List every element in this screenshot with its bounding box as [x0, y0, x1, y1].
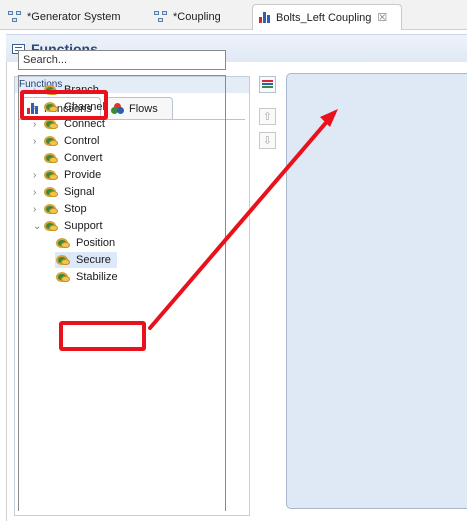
tab-label: *Coupling [173, 11, 221, 23]
function-icon [43, 186, 59, 198]
highlight-secure-item [59, 321, 146, 351]
chevron-right-icon[interactable]: › [33, 204, 43, 215]
tree-item-support[interactable]: ⌄ Support [33, 218, 103, 234]
function-icon [43, 220, 59, 232]
move-down-button[interactable]: ⇩ [259, 132, 276, 149]
tree-item-label: Control [64, 135, 100, 147]
function-icon [43, 118, 59, 130]
diagram-icon [154, 11, 168, 23]
tree-item-control[interactable]: › Control [33, 133, 99, 149]
tab-label: Bolts_Left Coupling [276, 11, 372, 24]
function-icon [43, 152, 59, 164]
chevron-right-icon[interactable]: › [33, 119, 43, 130]
search-input[interactable] [18, 50, 226, 70]
tree-item-label: Signal [64, 186, 95, 198]
tree-item-label: Stop [64, 203, 87, 215]
move-up-button[interactable]: ⇧ [259, 108, 276, 125]
tree-item-secure[interactable]: Secure [55, 252, 117, 268]
function-icon [55, 237, 71, 249]
tree-item-label: Position [76, 237, 116, 249]
drop-canvas[interactable] [286, 73, 467, 509]
tree-item-label: Provide [64, 169, 102, 181]
tree-item-provide[interactable]: › Provide [33, 167, 101, 183]
tab-bolts-left-coupling[interactable]: Bolts_Left Coupling ☒ [252, 4, 402, 30]
chevron-right-icon[interactable]: › [33, 136, 43, 147]
tree-item-label: Convert [64, 152, 103, 164]
tree-item-signal[interactable]: › Signal [33, 184, 95, 200]
functions-icon [259, 12, 271, 23]
function-icon [55, 271, 71, 283]
tab-label: *Generator System [27, 11, 121, 23]
tree-item-label: Secure [76, 254, 111, 266]
tree-item-stabilize[interactable]: Stabilize [55, 269, 118, 285]
arrow-down-icon: ⇩ [262, 135, 273, 147]
editor-tab-bar: *Generator System *Coupling Bolts_Left C… [0, 0, 467, 30]
tree-item-label: Stabilize [76, 271, 118, 283]
tree-item-stop[interactable]: › Stop [33, 201, 87, 217]
tree-item-label: Support [64, 220, 103, 232]
tree-item-position[interactable]: Position [55, 235, 115, 251]
tab-coupling[interactable]: *Coupling [148, 4, 243, 30]
diagram-icon [8, 11, 22, 23]
tab-generator-system[interactable]: *Generator System [2, 4, 140, 30]
function-icon [43, 203, 59, 215]
chevron-right-icon[interactable]: › [33, 187, 43, 198]
chevron-right-icon[interactable]: › [33, 170, 43, 181]
close-icon[interactable]: ☒ [377, 11, 387, 24]
list-view-button[interactable] [259, 76, 276, 93]
chevron-down-icon[interactable]: ⌄ [33, 221, 43, 232]
arrow-up-icon: ⇧ [262, 111, 273, 123]
function-icon [43, 169, 59, 181]
highlight-functions-tab [20, 90, 108, 120]
list-icon [262, 80, 273, 89]
function-icon [55, 254, 71, 266]
function-tree: › Branch › Channel › Connect › Control C… [18, 75, 226, 511]
function-icon [43, 135, 59, 147]
tree-item-convert[interactable]: Convert [43, 150, 103, 166]
